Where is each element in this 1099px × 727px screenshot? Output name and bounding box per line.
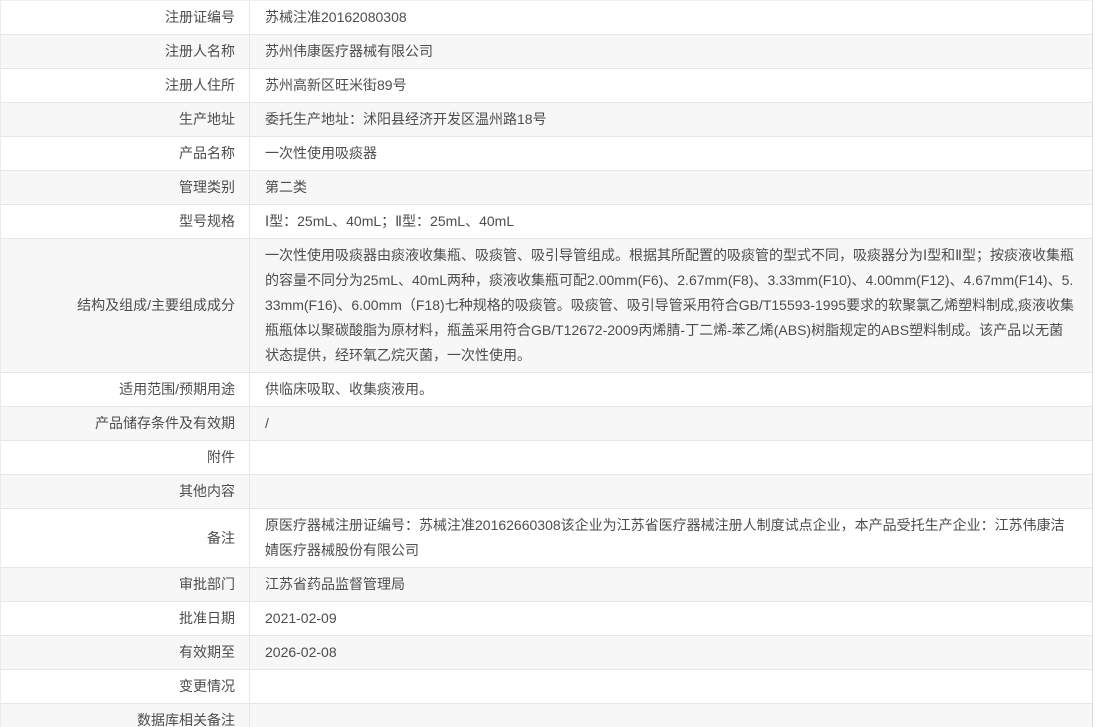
row-label: 适用范围/预期用途 bbox=[1, 373, 250, 406]
row-value: 委托生产地址：沭阳县经济开发区温州路18号 bbox=[265, 111, 547, 127]
table-row-registration-number: 注册证编号 苏械注准20162080308 bbox=[1, 1, 1092, 35]
table-row-product-name: 产品名称 一次性使用吸痰器 bbox=[1, 137, 1092, 171]
row-label: 数据库相关备注 bbox=[1, 704, 250, 727]
table-row-approval-date: 批准日期 2021-02-09 bbox=[1, 602, 1092, 636]
row-label: 结构及组成/主要组成成分 bbox=[1, 239, 250, 372]
row-value bbox=[250, 704, 1092, 727]
row-value: 苏械注准20162080308 bbox=[265, 9, 407, 25]
row-value: 一次性使用吸痰器由痰液收集瓶、吸痰管、吸引导管组成。根据其所配置的吸痰管的型式不… bbox=[265, 247, 1075, 363]
row-value: 江苏省药品监督管理局 bbox=[265, 576, 405, 592]
row-label: 产品储存条件及有效期 bbox=[1, 407, 250, 440]
row-value: 第二类 bbox=[265, 179, 307, 195]
table-row-remarks: 备注 原医疗器械注册证编号：苏械注准20162660308该企业为江苏省医疗器械… bbox=[1, 509, 1092, 568]
row-label: 生产地址 bbox=[1, 103, 250, 136]
row-value: 苏州高新区旺米街89号 bbox=[265, 77, 407, 93]
table-row-management-category: 管理类别 第二类 bbox=[1, 171, 1092, 205]
row-value bbox=[250, 670, 1092, 703]
registration-record-page: 注册证编号 苏械注准20162080308 注册人名称 苏州伟康医疗器械有限公司… bbox=[0, 0, 1099, 727]
row-label: 变更情况 bbox=[1, 670, 250, 703]
row-value: 供临床吸取、收集痰液用。 bbox=[265, 381, 433, 397]
table-row-intended-use: 适用范围/预期用途 供临床吸取、收集痰液用。 bbox=[1, 373, 1092, 407]
row-label: 附件 bbox=[1, 441, 250, 474]
row-value: 原医疗器械注册证编号：苏械注准20162660308该企业为江苏省医疗器械注册人… bbox=[265, 517, 1065, 558]
row-label: 批准日期 bbox=[1, 602, 250, 635]
table-row-registrant-name: 注册人名称 苏州伟康医疗器械有限公司 bbox=[1, 35, 1092, 69]
row-label: 产品名称 bbox=[1, 137, 250, 170]
row-value: 苏州伟康医疗器械有限公司 bbox=[265, 43, 433, 59]
row-label: 型号规格 bbox=[1, 205, 250, 238]
row-label: 备注 bbox=[1, 509, 250, 567]
row-label: 注册人名称 bbox=[1, 35, 250, 68]
row-label: 管理类别 bbox=[1, 171, 250, 204]
row-value bbox=[250, 441, 1092, 474]
row-value: 一次性使用吸痰器 bbox=[265, 145, 377, 161]
table-row-valid-until: 有效期至 2026-02-08 bbox=[1, 636, 1092, 670]
table-row-production-address: 生产地址 委托生产地址：沭阳县经济开发区温州路18号 bbox=[1, 103, 1092, 137]
table-row-model-spec: 型号规格 Ⅰ型：25mL、40mL；Ⅱ型：25mL、40mL bbox=[1, 205, 1092, 239]
table-row-registrant-address: 注册人住所 苏州高新区旺米街89号 bbox=[1, 69, 1092, 103]
table-row-structure-composition: 结构及组成/主要组成成分 一次性使用吸痰器由痰液收集瓶、吸痰管、吸引导管组成。根… bbox=[1, 239, 1092, 373]
row-value: 2021-02-09 bbox=[265, 610, 337, 626]
row-value bbox=[250, 475, 1092, 508]
row-label: 注册证编号 bbox=[1, 1, 250, 34]
table-row-change-status: 变更情况 bbox=[1, 670, 1092, 704]
row-label: 有效期至 bbox=[1, 636, 250, 669]
row-value: Ⅰ型：25mL、40mL；Ⅱ型：25mL、40mL bbox=[265, 213, 515, 229]
table-row-database-remarks: 数据库相关备注 bbox=[1, 704, 1092, 727]
table-row-storage-validity: 产品储存条件及有效期 / bbox=[1, 407, 1092, 441]
row-value: 2026-02-08 bbox=[265, 644, 337, 660]
table-row-other-content: 其他内容 bbox=[1, 475, 1092, 509]
row-label: 审批部门 bbox=[1, 568, 250, 601]
row-label: 注册人住所 bbox=[1, 69, 250, 102]
row-value: / bbox=[265, 415, 269, 431]
table-row-approval-department: 审批部门 江苏省药品监督管理局 bbox=[1, 568, 1092, 602]
row-label: 其他内容 bbox=[1, 475, 250, 508]
device-registration-table: 注册证编号 苏械注准20162080308 注册人名称 苏州伟康医疗器械有限公司… bbox=[0, 0, 1093, 727]
table-row-attachments: 附件 bbox=[1, 441, 1092, 475]
